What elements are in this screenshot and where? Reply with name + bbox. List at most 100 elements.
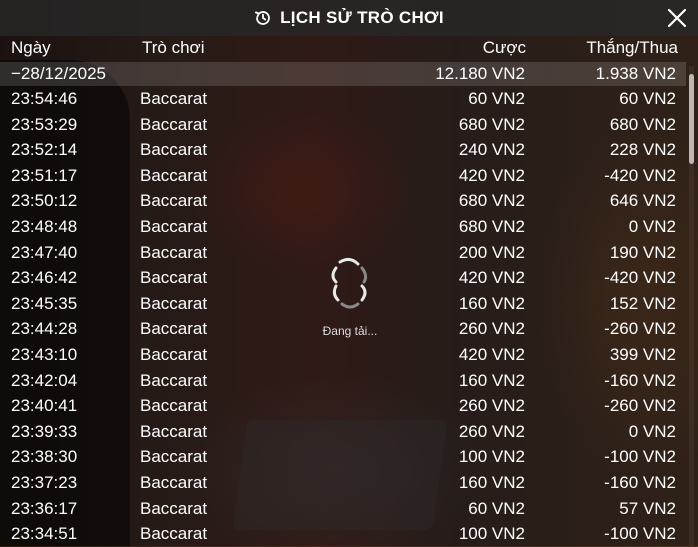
column-header-bet: Cược xyxy=(482,38,526,57)
table-row[interactable]: 23:50:12 Baccarat 680 VN2 646 VN2 xyxy=(0,188,686,214)
column-header-game: Trò chơi xyxy=(142,38,205,57)
row-winloss: -100 VN2 xyxy=(604,524,676,544)
title-group: LỊCH SỬ TRÒ CHƠI xyxy=(254,8,444,28)
row-time: 23:53:29 xyxy=(11,114,78,134)
table-row[interactable]: 23:36:17 Baccarat 60 VN2 57 VN2 xyxy=(0,496,686,522)
column-header-date: Ngày xyxy=(11,38,51,57)
row-bet: 100 VN2 xyxy=(458,524,525,544)
date-summary-row[interactable]: −28/12/2025 12.180 VN2 1.938 VN2 xyxy=(0,62,686,86)
row-winloss: -160 VN2 xyxy=(604,472,676,492)
history-list: 23:54:46 Baccarat 60 VN2 60 VN2 23:53:29 Bacc… xyxy=(0,86,686,547)
row-winloss: 680 VN2 xyxy=(609,114,676,134)
row-winloss: 646 VN2 xyxy=(609,191,676,211)
row-time: 23:45:35 xyxy=(11,293,78,313)
row-bet: 420 VN2 xyxy=(458,268,525,288)
row-game: Baccarat xyxy=(140,472,208,492)
row-bet: 60 VN2 xyxy=(468,498,525,518)
row-game: Baccarat xyxy=(140,396,208,416)
row-time: 23:40:41 xyxy=(11,396,78,416)
row-bet: 680 VN2 xyxy=(458,191,525,211)
row-game: Baccarat xyxy=(140,293,208,313)
row-winloss: -420 VN2 xyxy=(604,268,676,288)
row-game: Baccarat xyxy=(140,191,208,211)
row-time: 23:39:33 xyxy=(11,421,78,441)
row-time: 23:42:04 xyxy=(11,370,78,390)
row-game: Baccarat xyxy=(140,165,208,185)
row-bet: 240 VN2 xyxy=(458,140,525,160)
row-bet: 160 VN2 xyxy=(458,293,525,313)
row-winloss: 57 VN2 xyxy=(619,498,676,518)
row-time: 23:44:28 xyxy=(11,319,78,339)
table-header: Ngày Trò chơi Cược Thắng/Thua xyxy=(0,36,698,62)
row-bet: 160 VN2 xyxy=(458,370,525,390)
table-row[interactable]: 23:39:33 Baccarat 260 VN2 0 VN2 xyxy=(0,419,686,445)
row-time: 23:36:17 xyxy=(11,498,78,518)
row-bet: 680 VN2 xyxy=(458,114,525,134)
loading-label: Đang tải... xyxy=(322,324,378,338)
spinner-icon xyxy=(331,257,368,309)
table-row[interactable]: 23:54:46 Baccarat 60 VN2 60 VN2 xyxy=(0,86,686,112)
row-game: Baccarat xyxy=(140,89,208,108)
row-game: Baccarat xyxy=(140,242,208,262)
row-game: Baccarat xyxy=(140,216,208,236)
row-winloss: -260 VN2 xyxy=(604,396,676,416)
row-bet: 680 VN2 xyxy=(458,216,525,236)
table-row[interactable]: 23:37:23 Baccarat 160 VN2 -160 VN2 xyxy=(0,470,686,496)
row-winloss: -420 VN2 xyxy=(604,165,676,185)
table-row[interactable]: 23:38:30 Baccarat 100 VN2 -100 VN2 xyxy=(0,444,686,470)
row-winloss: 228 VN2 xyxy=(609,140,676,160)
row-time: 23:46:42 xyxy=(11,268,78,288)
row-time: 23:34:51 xyxy=(11,524,78,544)
row-bet: 260 VN2 xyxy=(458,396,525,416)
row-winloss: -100 VN2 xyxy=(604,447,676,467)
row-time: 23:51:17 xyxy=(11,165,78,185)
row-time: 23:47:40 xyxy=(11,242,78,262)
row-game: Baccarat xyxy=(140,140,208,160)
history-icon xyxy=(255,11,271,25)
table-row[interactable]: 23:53:29 Baccarat 680 VN2 680 VN2 xyxy=(0,112,686,138)
row-game: Baccarat xyxy=(140,421,208,441)
row-game: Baccarat xyxy=(140,498,208,518)
row-time: 23:37:23 xyxy=(11,472,78,492)
row-game: Baccarat xyxy=(140,319,208,339)
table-row[interactable]: 23:43:10 Baccarat 420 VN2 399 VN2 xyxy=(0,342,686,368)
row-game: Baccarat xyxy=(140,447,208,467)
row-bet: 200 VN2 xyxy=(458,242,525,262)
row-bet: 420 VN2 xyxy=(458,344,525,364)
row-winloss: -160 VN2 xyxy=(604,370,676,390)
row-winloss: 0 VN2 xyxy=(628,216,676,236)
row-bet: 260 VN2 xyxy=(458,319,525,339)
row-bet: 160 VN2 xyxy=(458,472,525,492)
row-winloss: 399 VN2 xyxy=(609,344,676,364)
close-icon[interactable] xyxy=(666,7,688,29)
row-time: 23:43:10 xyxy=(11,344,78,364)
row-bet: 260 VN2 xyxy=(458,421,525,441)
table-row[interactable]: 23:51:17 Baccarat 420 VN2 -420 VN2 xyxy=(0,163,686,189)
page-title: LỊCH SỬ TRÒ CHƠI xyxy=(280,8,444,27)
modal-header: LỊCH SỬ TRÒ CHƠI xyxy=(0,0,698,36)
table-row[interactable]: 23:42:04 Baccarat 160 VN2 -160 VN2 xyxy=(0,368,686,394)
row-game: Baccarat xyxy=(140,524,208,544)
row-winloss: 60 VN2 xyxy=(619,89,676,108)
row-time: 23:52:14 xyxy=(11,140,78,160)
row-winloss: 152 VN2 xyxy=(609,293,676,313)
table-row[interactable]: 23:48:48 Baccarat 680 VN2 0 VN2 xyxy=(0,214,686,240)
row-time: 23:54:46 xyxy=(11,89,78,108)
table-row[interactable]: 23:34:51 Baccarat 100 VN2 -100 VN2 xyxy=(0,521,686,547)
row-time: 23:48:48 xyxy=(11,216,78,236)
row-game: Baccarat xyxy=(140,344,208,364)
table-row[interactable]: 23:40:41 Baccarat 260 VN2 -260 VN2 xyxy=(0,393,686,419)
row-winloss: 190 VN2 xyxy=(609,242,676,262)
row-game: Baccarat xyxy=(140,370,208,390)
row-bet: 420 VN2 xyxy=(458,165,525,185)
row-bet: 60 VN2 xyxy=(468,89,525,108)
row-time: 23:50:12 xyxy=(11,191,78,211)
scrollbar-thumb[interactable] xyxy=(689,74,694,164)
row-game: Baccarat xyxy=(140,268,208,288)
row-winloss: -260 VN2 xyxy=(604,319,676,339)
row-winloss: 0 VN2 xyxy=(628,421,676,441)
table-row[interactable]: 23:52:14 Baccarat 240 VN2 228 VN2 xyxy=(0,137,686,163)
row-game: Baccarat xyxy=(140,114,208,134)
column-header-winloss: Thắng/Thua xyxy=(586,38,678,57)
row-time: 23:38:30 xyxy=(11,447,78,467)
